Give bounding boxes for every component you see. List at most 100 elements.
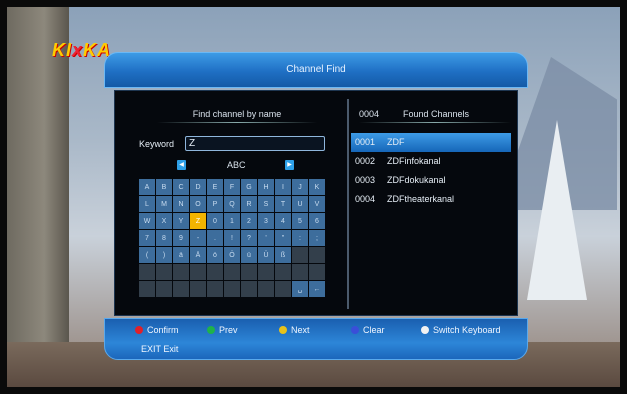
keyboard-row: LMNOPQRSTUV <box>139 196 328 212</box>
keyboard-key[interactable]: H <box>258 179 274 195</box>
keyboard-key[interactable]: A <box>139 179 155 195</box>
keyboard-key[interactable]: E <box>207 179 223 195</box>
keyboard-key[interactable]: T <box>275 196 291 212</box>
keyboard-key[interactable]: V <box>309 196 325 212</box>
keyboard-key-empty <box>275 281 291 297</box>
keyboard-key[interactable]: ( <box>139 247 155 263</box>
keyboard-key[interactable]: S <box>258 196 274 212</box>
keyboard-key[interactable]: ; <box>309 230 325 246</box>
keyboard-key[interactable]: X <box>156 213 172 229</box>
prev-hint[interactable]: Prev <box>207 324 238 336</box>
clear-hint[interactable]: Clear <box>351 324 385 336</box>
page-left-icon[interactable]: ◀ <box>177 160 186 170</box>
channel-name: ZDFinfokanal <box>387 156 441 166</box>
find-by-name-header: Find channel by name <box>192 109 282 119</box>
exit-hint[interactable]: EXIT Exit <box>141 344 178 354</box>
keyword-input[interactable]: Z <box>185 136 325 151</box>
keyboard-key[interactable]: ! <box>224 230 240 246</box>
keyboard-key-empty <box>173 264 189 280</box>
channel-name: ZDFtheaterkanal <box>387 194 455 204</box>
found-channels-header: Found Channels <box>403 109 470 119</box>
keyboard-key[interactable]: F <box>224 179 240 195</box>
keyboard-key[interactable]: G <box>241 179 257 195</box>
channel-list-item[interactable]: 0004 ZDFtheaterkanal <box>351 190 511 209</box>
keyboard-row: () ä Äö Öü Üß <box>139 247 328 263</box>
confirm-hint[interactable]: Confirm <box>135 324 179 336</box>
keyboard-key[interactable]: " <box>275 230 291 246</box>
keyboard-key[interactable]: ← <box>309 281 325 297</box>
channel-find-dialog: Channel Find Find channel by name Keywor… <box>104 52 528 360</box>
keyboard-key[interactable]: ' <box>258 230 274 246</box>
keyboard-key-empty <box>190 264 206 280</box>
hint-label: Clear <box>363 325 385 335</box>
keyboard-key-empty <box>258 281 274 297</box>
keyboard-key[interactable]: K <box>309 179 325 195</box>
hint-label: Next <box>291 325 310 335</box>
header-rule <box>157 122 317 123</box>
keyboard-key[interactable]: - <box>190 230 206 246</box>
keyboard-key[interactable]: Z <box>190 213 206 229</box>
keyboard-key[interactable]: R <box>241 196 257 212</box>
keyboard-key[interactable]: W <box>139 213 155 229</box>
keyboard-key[interactable]: Ö <box>224 247 240 263</box>
keyboard-key[interactable]: C <box>173 179 189 195</box>
blue-button-icon <box>351 326 359 334</box>
keyboard-key[interactable]: 2 <box>241 213 257 229</box>
keyboard-key[interactable]: ? <box>241 230 257 246</box>
channel-name: ZDFdokukanal <box>387 175 446 185</box>
keyboard-key[interactable]: M <box>156 196 172 212</box>
next-hint[interactable]: Next <box>279 324 310 336</box>
on-screen-keyboard: A B C D E F G H I J K L M N O P Q R S T U V W X Y Z 0 1 2 3 4 5 6 7 8 9-.!?… <box>139 179 328 298</box>
keyboard-key[interactable]: Ü <box>258 247 274 263</box>
yellow-button-icon <box>279 326 287 334</box>
keyboard-key[interactable]: 6 <box>309 213 325 229</box>
background-tree-trunk <box>7 7 69 387</box>
keyboard-key[interactable]: 9 <box>173 230 189 246</box>
keyboard-key[interactable]: : <box>292 230 308 246</box>
keyboard-key[interactable]: ß <box>275 247 291 263</box>
keyboard-key[interactable]: Q <box>224 196 240 212</box>
keyboard-key[interactable]: B <box>156 179 172 195</box>
keyboard-key[interactable]: 5 <box>292 213 308 229</box>
keyboard-key-empty <box>139 281 155 297</box>
keyboard-key-empty <box>224 264 240 280</box>
keyboard-key[interactable]: ␣ <box>292 281 308 297</box>
page-right-icon[interactable]: ▶ <box>285 160 294 170</box>
keyboard-key[interactable]: P <box>207 196 223 212</box>
channel-number: 0003 <box>355 175 376 185</box>
switch-keyboard-hint[interactable]: Switch Keyboard <box>421 324 501 336</box>
keyboard-key[interactable]: U <box>292 196 308 212</box>
keyboard-key[interactable]: 7 <box>139 230 155 246</box>
keyboard-key[interactable]: 8 <box>156 230 172 246</box>
keyboard-key[interactable]: ö <box>207 247 223 263</box>
keyboard-key[interactable]: J <box>292 179 308 195</box>
keyboard-key[interactable]: N <box>173 196 189 212</box>
channel-list-item[interactable]: 0003 ZDFdokukanal <box>351 171 511 190</box>
keyboard-key[interactable]: . <box>207 230 223 246</box>
keyboard-key[interactable]: ü <box>241 247 257 263</box>
channel-list-item[interactable]: 0001 ZDF <box>351 133 511 152</box>
keyboard-row: WXYZ0123456 <box>139 213 328 229</box>
keyboard-key-empty <box>309 264 325 280</box>
keyboard-row: ␣ ← <box>139 281 328 297</box>
keyboard-key[interactable]: 3 <box>258 213 274 229</box>
keyboard-key[interactable]: Y <box>173 213 189 229</box>
keyboard-key[interactable]: O <box>190 196 206 212</box>
channel-list-item[interactable]: 0002 ZDFinfokanal <box>351 152 511 171</box>
keyboard-key-empty <box>207 281 223 297</box>
keyboard-key[interactable]: ) <box>156 247 172 263</box>
keyboard-key[interactable]: D <box>190 179 206 195</box>
keyboard-key[interactable]: 0 <box>207 213 223 229</box>
keyboard-key[interactable]: 4 <box>275 213 291 229</box>
keyboard-key[interactable]: L <box>139 196 155 212</box>
keyboard-key-empty <box>190 281 206 297</box>
dialog-body: Find channel by name Keyword Z ◀ ABC ▶ A… <box>114 90 518 316</box>
tv-screen: KIxKA Channel Find Find channel by name … <box>0 0 627 394</box>
hint-label: Confirm <box>147 325 179 335</box>
header-rule <box>359 122 511 123</box>
keyboard-key[interactable]: I <box>275 179 291 195</box>
keyboard-key[interactable]: Ä <box>190 247 206 263</box>
keyboard-key[interactable]: ä <box>173 247 189 263</box>
keyboard-key-empty <box>309 247 325 263</box>
keyboard-key[interactable]: 1 <box>224 213 240 229</box>
